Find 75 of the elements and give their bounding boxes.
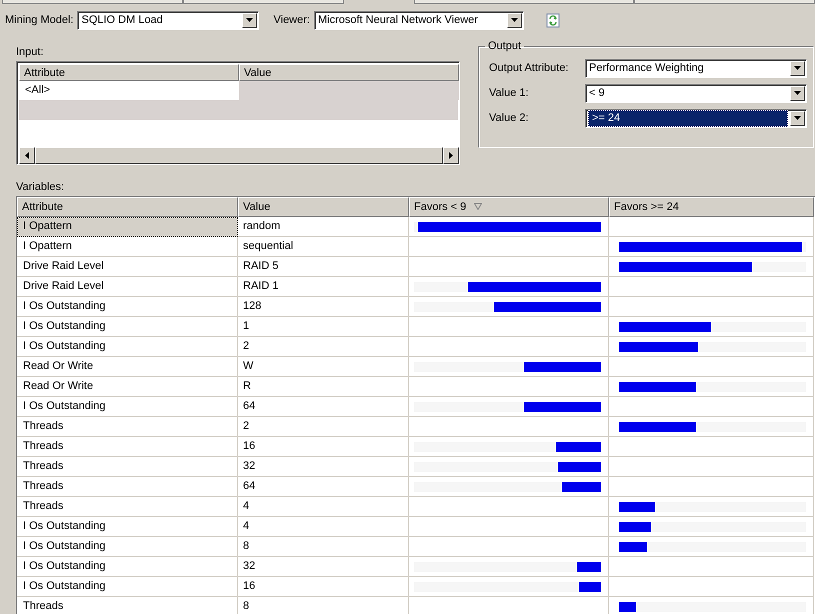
scroll-right-icon[interactable] [449,152,453,159]
table-cell: 16 [238,577,409,597]
table-cell[interactable]: I Os Outstanding [17,337,238,357]
output-dropdown[interactable]: Performance Weighting [585,58,807,78]
refresh-icon[interactable] [546,12,560,28]
table-cell[interactable]: I Opattern [17,217,238,237]
column-header[interactable]: Attribute [17,197,238,217]
table-cell: random [238,217,409,237]
table-cell[interactable]: Threads [17,457,238,477]
table-cell[interactable]: I Os Outstanding [17,317,238,337]
column-header[interactable]: Favors < 9 [409,197,609,217]
table-cell: 64 [238,477,409,497]
table-cell: sequential [238,237,409,257]
table-cell[interactable]: Threads [17,477,238,497]
table-cell[interactable]: I Os Outstanding [17,577,238,597]
table-cell: 4 [238,497,409,517]
table-cell[interactable]: Threads [17,437,238,457]
output-dropdown[interactable]: >= 24 [585,108,807,128]
dropdown-arrow-icon [794,91,801,95]
table-cell: 16 [238,437,409,457]
table-cell[interactable]: I Opattern [17,237,238,257]
tab-edge[interactable] [634,0,815,4]
viewer-dropdown[interactable]: Microsoft Neural Network Viewer [314,10,524,30]
sort-icon [474,203,482,210]
table-cell: W [238,357,409,377]
table-cell: RAID 5 [238,257,409,277]
column-header[interactable]: Value [239,64,459,81]
column-header[interactable]: Value [238,197,409,217]
table-cell: 2 [238,417,409,437]
table-cell[interactable] [239,81,459,100]
output-title: Output [487,40,522,52]
table-cell[interactable]: Read Or Write [17,377,238,397]
variables-label: Variables: [15,180,66,195]
mining-model-dropdown[interactable]: SQLIO DM Load [77,10,260,30]
tab-edge[interactable] [2,0,184,4]
table-cell: 32 [238,557,409,577]
table-cell[interactable]: I Os Outstanding [17,557,238,577]
dropdown-arrow-icon [794,66,801,70]
table-cell[interactable]: Threads [17,497,238,517]
table-cell[interactable]: I Os Outstanding [17,297,238,317]
table-cell: RAID 1 [238,277,409,297]
table-cell: 128 [238,297,409,317]
table-cell: 1 [238,317,409,337]
viewer-label: Viewer: [273,14,310,26]
dropdown-arrow-icon [510,18,518,22]
table-cell[interactable]: Drive Raid Level [17,257,238,277]
table-cell[interactable]: I Os Outstanding [17,517,238,537]
table-cell[interactable]: Drive Raid Level [17,277,238,297]
dropdown-arrow-icon [246,18,254,22]
field-label: Output Attribute: [489,62,570,74]
table-cell[interactable]: Threads [17,597,238,614]
table-cell: 2 [238,337,409,357]
table-cell[interactable]: Threads [17,417,238,437]
table-cell: R [238,377,409,397]
column-header[interactable]: Favors >= 24 [609,197,814,217]
dropdown-arrow-icon [794,116,801,120]
input-label: Input: [16,45,45,60]
table-cell: 64 [238,397,409,417]
table-cell: 4 [238,517,409,537]
table-cell: 32 [238,457,409,477]
column-header[interactable]: Attribute [19,64,239,81]
tab-edge[interactable] [183,0,344,4]
table-cell[interactable]: Read Or Write [17,357,238,377]
output-dropdown[interactable]: < 9 [585,84,807,102]
horizontal-scrollbar[interactable] [19,147,459,164]
table-cell: 8 [238,597,409,614]
field-label: Value 1: [489,87,530,99]
scroll-left-icon[interactable] [25,152,29,159]
mining-model-label: Mining Model: [5,14,74,26]
tab-edge[interactable] [414,0,634,4]
table-cell: 8 [238,537,409,557]
field-label: Value 2: [489,112,530,124]
table-cell[interactable]: I Os Outstanding [17,397,238,417]
table-cell[interactable]: <All> [19,81,239,100]
table-cell[interactable]: I Os Outstanding [17,537,238,557]
